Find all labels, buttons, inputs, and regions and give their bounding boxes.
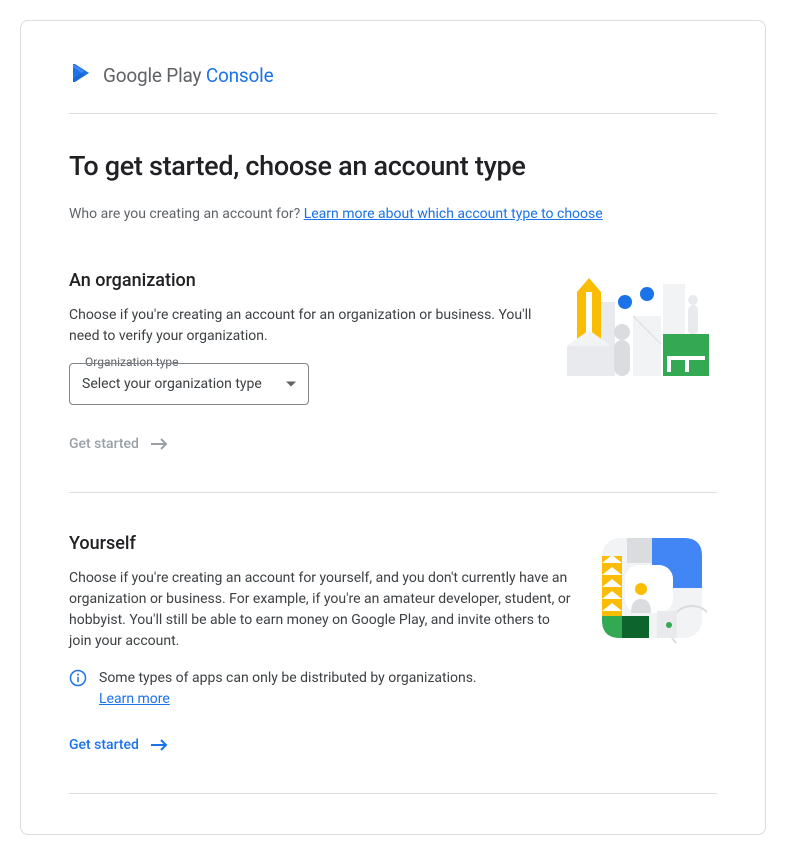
yourself-learn-more-link[interactable]: Learn more <box>99 691 170 707</box>
divider <box>69 793 717 794</box>
info-icon <box>69 668 87 691</box>
yourself-info-text: Some types of apps can only be distribut… <box>99 670 477 686</box>
arrow-right-icon <box>151 738 169 752</box>
brand-text: Google Play Console <box>103 64 273 87</box>
account-type-card: Google Play Console To get started, choo… <box>20 20 766 835</box>
brand-name-console: Console <box>206 64 274 87</box>
organization-illustration <box>567 270 717 452</box>
organization-get-started-button[interactable]: Get started <box>69 436 169 452</box>
google-play-logo-icon <box>69 61 93 89</box>
organization-get-started-label: Get started <box>69 436 139 452</box>
yourself-description: Choose if you're creating an account for… <box>69 568 573 652</box>
learn-more-account-type-link[interactable]: Learn more about which account type to c… <box>304 206 603 222</box>
organization-title: An organization <box>69 270 543 291</box>
yourself-title: Yourself <box>69 533 573 554</box>
yourself-section: Yourself Choose if you're creating an ac… <box>69 493 717 793</box>
chevron-down-icon <box>286 382 296 387</box>
page-title: To get started, choose an account type <box>69 150 717 182</box>
organization-type-select-wrapper: Organization type Select your organizati… <box>69 363 309 405</box>
subtitle: Who are you creating an account for? Lea… <box>69 206 717 222</box>
divider <box>69 113 717 114</box>
organization-type-placeholder: Select your organization type <box>82 376 262 392</box>
brand-name-play: Google Play <box>103 64 201 87</box>
organization-description: Choose if you're creating an account for… <box>69 305 543 347</box>
yourself-info-row: Some types of apps can only be distribut… <box>69 668 573 710</box>
yourself-get-started-button[interactable]: Get started <box>69 737 169 753</box>
subtitle-prefix: Who are you creating an account for? <box>69 206 304 222</box>
organization-type-select[interactable]: Select your organization type <box>69 363 309 405</box>
yourself-illustration <box>597 533 717 753</box>
brand-header: Google Play Console <box>69 61 717 89</box>
arrow-right-icon <box>151 437 169 451</box>
organization-section: An organization Choose if you're creatin… <box>69 270 717 492</box>
yourself-get-started-label: Get started <box>69 737 139 753</box>
